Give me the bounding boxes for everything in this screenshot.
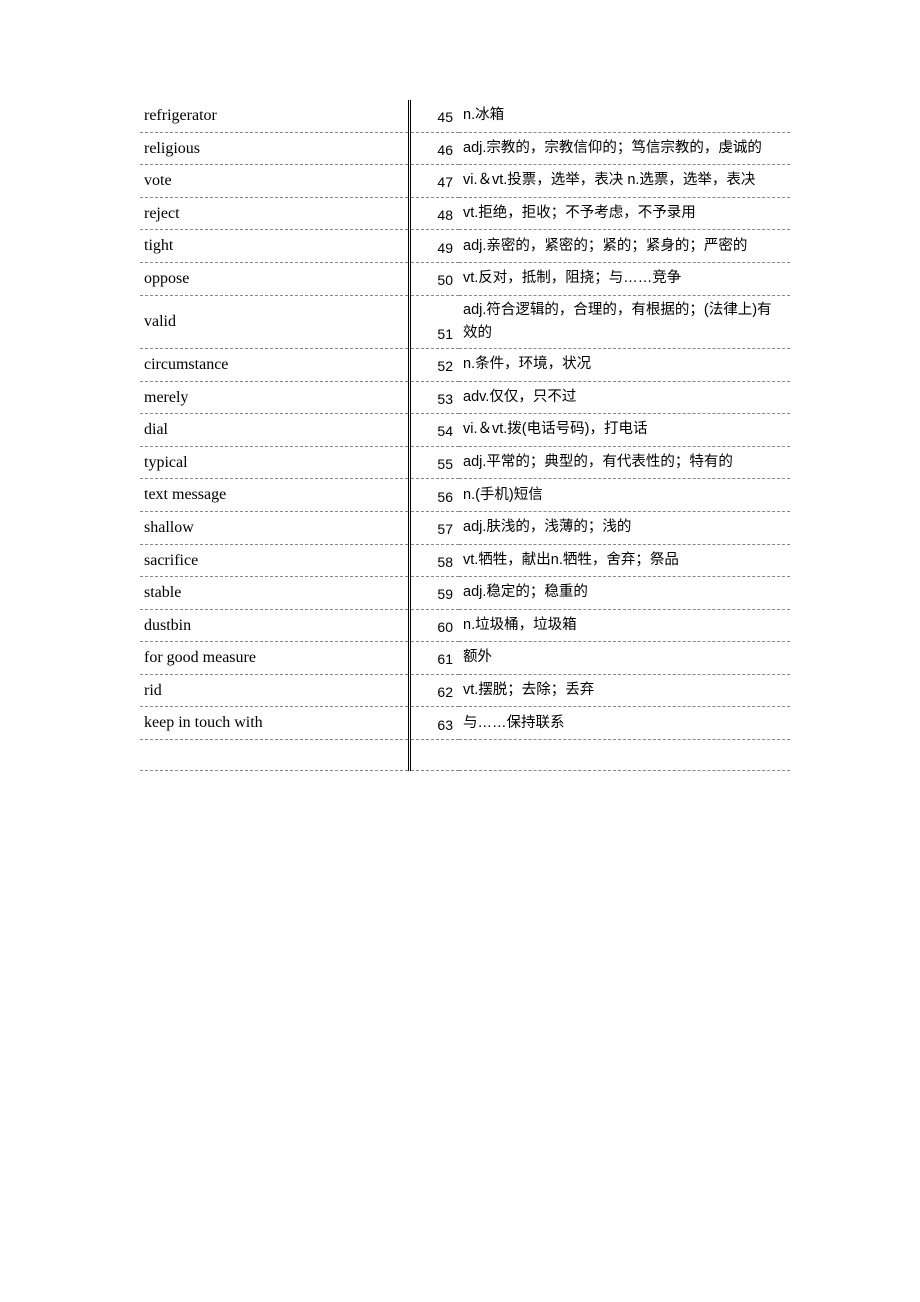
table-row: stable59adj.稳定的；稳重的 xyxy=(140,577,790,610)
english-term: stable xyxy=(140,577,410,610)
definition: adj.符合逻辑的，合理的，有根据的；(法律上)有效的 xyxy=(459,295,790,348)
definition: n.冰箱 xyxy=(459,100,790,132)
table-row: tight49adj.亲密的，紧密的；紧的；紧身的；严密的 xyxy=(140,230,790,263)
english-term: dial xyxy=(140,414,410,447)
definition: 额外 xyxy=(459,642,790,675)
english-term: vote xyxy=(140,165,410,198)
row-number: 48 xyxy=(410,197,460,230)
english-term: circumstance xyxy=(140,348,410,381)
definition: vt.反对，抵制，阻挠；与……竞争 xyxy=(459,262,790,295)
row-number: 45 xyxy=(410,100,460,132)
definition: vt.拒绝，拒收；不予考虑，不予录用 xyxy=(459,197,790,230)
english-term: refrigerator xyxy=(140,100,410,132)
row-number: 60 xyxy=(410,609,460,642)
table-row: merely53adv.仅仅，只不过 xyxy=(140,381,790,414)
table-row: vote47vi.＆vt.投票，选举，表决 n.选票，选举，表决 xyxy=(140,165,790,198)
definition: vi.＆vt.投票，选举，表决 n.选票，选举，表决 xyxy=(459,165,790,198)
definition: adj.亲密的，紧密的；紧的；紧身的；严密的 xyxy=(459,230,790,263)
row-number: 61 xyxy=(410,642,460,675)
row-number: 47 xyxy=(410,165,460,198)
table-row: dustbin60n.垃圾桶，垃圾箱 xyxy=(140,609,790,642)
row-number: 46 xyxy=(410,132,460,165)
table-row: keep in touch with63与……保持联系 xyxy=(140,707,790,740)
english-term: religious xyxy=(140,132,410,165)
table-row: typical55adj.平常的；典型的，有代表性的；特有的 xyxy=(140,446,790,479)
table-row: refrigerator45n.冰箱 xyxy=(140,100,790,132)
table-row: sacrifice58vt.牺牲，献出n.牺牲，舍弃；祭品 xyxy=(140,544,790,577)
row-number: 51 xyxy=(410,295,460,348)
document-page: refrigerator45n.冰箱religious46adj.宗教的，宗教信… xyxy=(0,0,920,1302)
table-row: oppose50vt.反对，抵制，阻挠；与……竞争 xyxy=(140,262,790,295)
definition: adj.肤浅的，浅薄的；浅的 xyxy=(459,511,790,544)
definition: n.(手机)短信 xyxy=(459,479,790,512)
table-row: dial54vi.＆vt.拨(电话号码)，打电话 xyxy=(140,414,790,447)
english-term: valid xyxy=(140,295,410,348)
english-term: text message xyxy=(140,479,410,512)
row-number: 50 xyxy=(410,262,460,295)
english-term: reject xyxy=(140,197,410,230)
row-number: 49 xyxy=(410,230,460,263)
row-number: 63 xyxy=(410,707,460,740)
table-row: for good measure61额外 xyxy=(140,642,790,675)
row-number: 59 xyxy=(410,577,460,610)
definition: adj.宗教的，宗教信仰的；笃信宗教的，虔诚的 xyxy=(459,132,790,165)
table-row: religious46adj.宗教的，宗教信仰的；笃信宗教的，虔诚的 xyxy=(140,132,790,165)
english-term: merely xyxy=(140,381,410,414)
english-term: tight xyxy=(140,230,410,263)
row-number: 53 xyxy=(410,381,460,414)
english-term: sacrifice xyxy=(140,544,410,577)
row-number: 54 xyxy=(410,414,460,447)
table-row: shallow57adj.肤浅的，浅薄的；浅的 xyxy=(140,511,790,544)
table-row-empty xyxy=(140,740,790,771)
english-term: shallow xyxy=(140,511,410,544)
table-row: circumstance52n.条件，环境，状况 xyxy=(140,348,790,381)
definition: n.条件，环境，状况 xyxy=(459,348,790,381)
definition: vt.摆脱；去除；丢弃 xyxy=(459,674,790,707)
definition: vt.牺牲，献出n.牺牲，舍弃；祭品 xyxy=(459,544,790,577)
definition: 与……保持联系 xyxy=(459,707,790,740)
english-term: keep in touch with xyxy=(140,707,410,740)
row-number: 55 xyxy=(410,446,460,479)
english-term: typical xyxy=(140,446,410,479)
row-number: 58 xyxy=(410,544,460,577)
table-row: rid62vt.摆脱；去除；丢弃 xyxy=(140,674,790,707)
definition: n.垃圾桶，垃圾箱 xyxy=(459,609,790,642)
definition: adj.稳定的；稳重的 xyxy=(459,577,790,610)
english-term: dustbin xyxy=(140,609,410,642)
definition: adv.仅仅，只不过 xyxy=(459,381,790,414)
row-number: 57 xyxy=(410,511,460,544)
definition: vi.＆vt.拨(电话号码)，打电话 xyxy=(459,414,790,447)
vocabulary-table: refrigerator45n.冰箱religious46adj.宗教的，宗教信… xyxy=(140,100,790,771)
english-term: for good measure xyxy=(140,642,410,675)
english-term: oppose xyxy=(140,262,410,295)
table-row: text message56n.(手机)短信 xyxy=(140,479,790,512)
row-number: 56 xyxy=(410,479,460,512)
row-number: 62 xyxy=(410,674,460,707)
table-row: reject48vt.拒绝，拒收；不予考虑，不予录用 xyxy=(140,197,790,230)
row-number: 52 xyxy=(410,348,460,381)
table-row: valid51adj.符合逻辑的，合理的，有根据的；(法律上)有效的 xyxy=(140,295,790,348)
definition: adj.平常的；典型的，有代表性的；特有的 xyxy=(459,446,790,479)
english-term: rid xyxy=(140,674,410,707)
